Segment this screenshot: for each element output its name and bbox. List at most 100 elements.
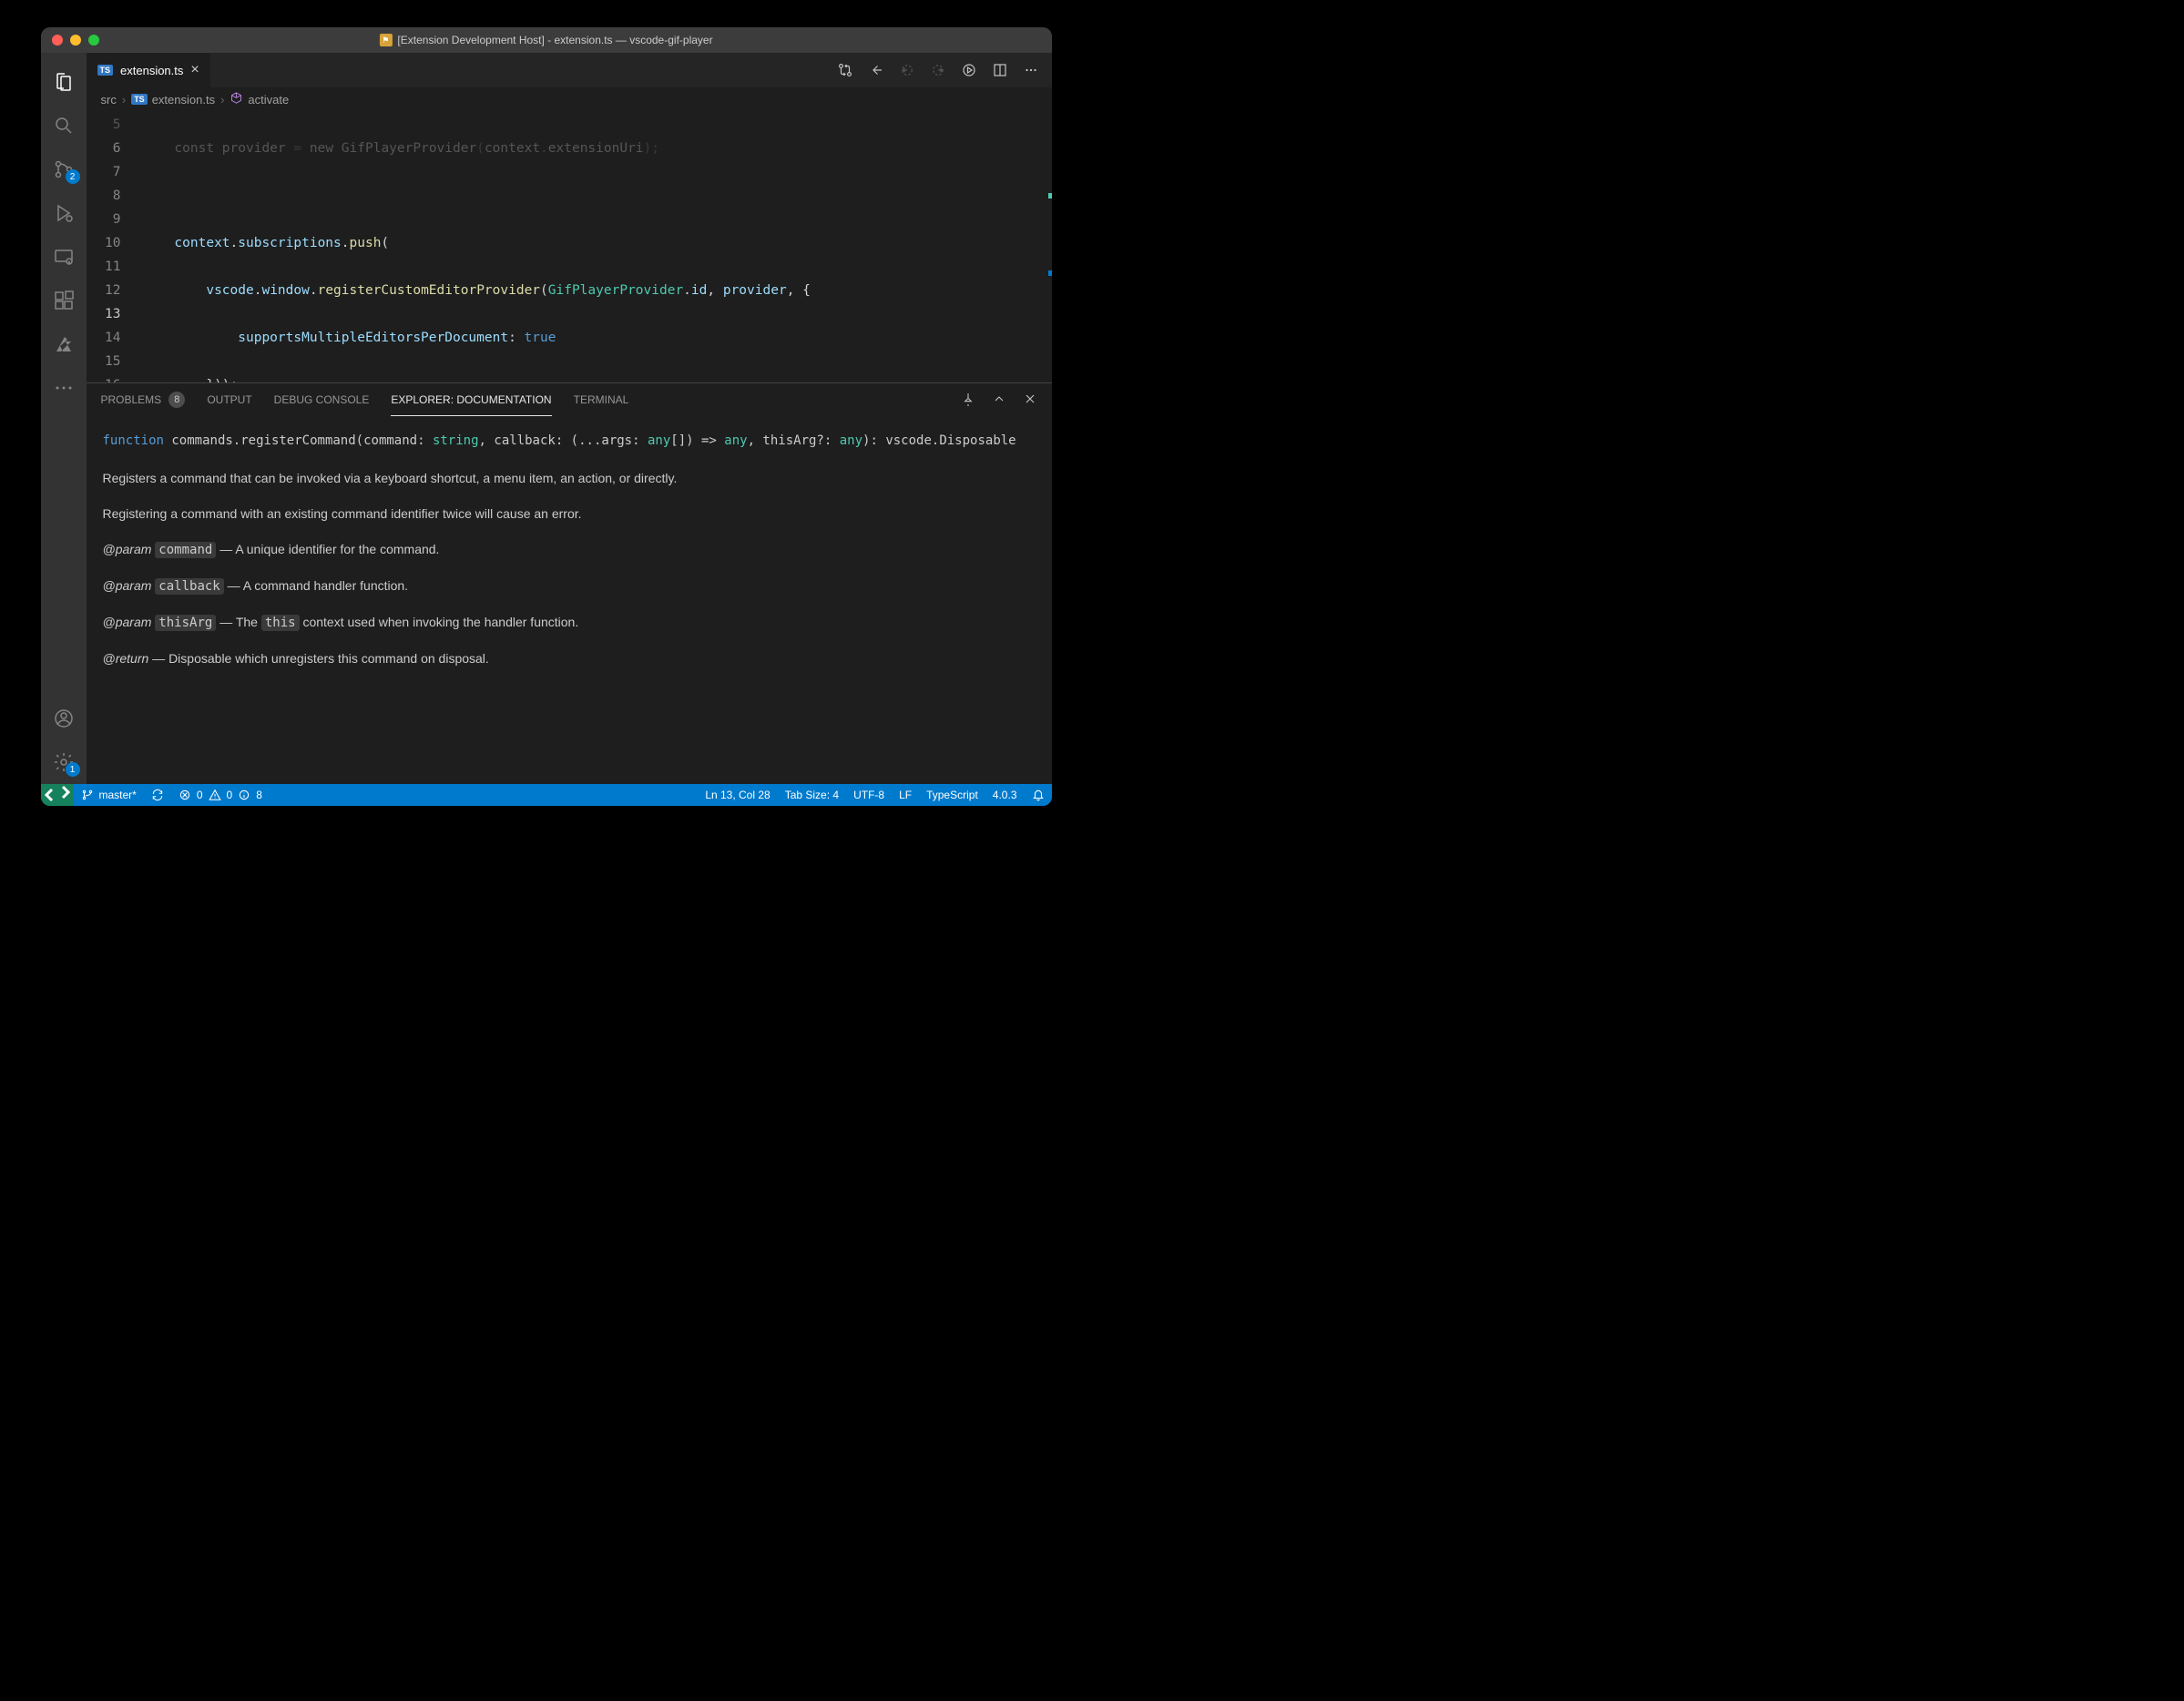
pin-icon [961,392,975,406]
breadcrumb-file[interactable]: TS extension.ts [131,93,215,107]
problems-status[interactable]: 0 0 8 [171,784,270,806]
more-actions-button[interactable] [1023,62,1039,78]
maximize-window-button[interactable] [88,35,99,46]
doc-paragraph: Registers a command that can be invoked … [103,469,1036,488]
account-icon [53,708,75,729]
doc-param: @param callback — A command handler func… [103,576,1036,596]
status-right: Ln 13, Col 28 Tab Size: 4 UTF-8 LF TypeS… [698,789,1051,801]
compare-changes-button[interactable] [837,62,853,78]
breadcrumb-folder[interactable]: src [101,93,117,107]
debug-icon [53,202,75,224]
nav-back-button[interactable] [868,62,884,78]
ts-file-icon: TS [131,94,148,105]
minimize-window-button[interactable] [70,35,81,46]
language-mode[interactable]: TypeScript [919,789,985,801]
ellipsis-icon [53,377,75,399]
code-area[interactable]: const provider = new GifPlayerProvider(c… [138,111,1046,382]
line-number: 15 [87,350,121,373]
line-number: 14 [87,326,121,350]
activity-debug[interactable] [42,191,86,235]
method-icon [230,91,243,107]
activity-extensions[interactable] [42,279,86,322]
documentation: Registers a command that can be invoked … [103,469,1036,668]
editor[interactable]: 5 6 7 8 9 10 11 12 13 14 15 16 const pro… [87,111,1052,382]
code-line[interactable]: context.subscriptions.push( [138,231,1046,255]
azure-icon [53,333,75,355]
line-number: 9 [87,208,121,231]
activity-more[interactable] [42,366,86,410]
activity-bar: 2 1 [41,53,87,784]
overview-ruler[interactable] [1046,111,1052,382]
activity-search[interactable] [42,104,86,148]
split-editor-button[interactable] [992,62,1008,78]
remote-indicator[interactable] [41,784,74,806]
main-row: 2 1 [41,53,1052,784]
close-panel-button[interactable] [1023,392,1037,409]
bottom-panel: PROBLEMS 8 OUTPUT DEBUG CONSOLE EXPLORER… [87,382,1052,784]
panel-tab-debug[interactable]: DEBUG CONSOLE [274,383,370,416]
code-line[interactable]: supportsMultipleEditorsPerDocument: true [138,326,1046,350]
scm-badge: 2 [66,169,80,184]
encoding[interactable]: UTF-8 [846,789,892,801]
feedback-button[interactable] [1025,789,1052,801]
circle-dash-forward-icon [930,62,946,78]
maximize-panel-button[interactable] [992,392,1006,409]
vscode-window: ⚑ [Extension Development Host] - extensi… [41,27,1052,806]
sync-button[interactable] [144,784,171,806]
pin-panel-button[interactable] [961,392,975,409]
panel-tab-explorer-doc[interactable]: EXPLORER: DOCUMENTATION [391,383,551,416]
ruler-mark [1048,193,1052,199]
breadcrumb-symbol[interactable]: activate [230,91,289,107]
activity-explorer[interactable] [42,60,86,104]
run-button[interactable] [961,62,977,78]
activity-remote[interactable] [42,235,86,279]
tab-extension-ts[interactable]: TS extension.ts × [87,53,211,87]
panel-tabs: PROBLEMS 8 OUTPUT DEBUG CONSOLE EXPLORER… [87,383,1052,416]
code-line[interactable]: vscode.window.registerCustomEditorProvid… [138,279,1046,302]
indentation[interactable]: Tab Size: 4 [778,789,846,801]
doc-return: @return — Disposable which unregisters t… [103,649,1036,668]
code-line[interactable] [138,184,1046,208]
code-line[interactable]: const provider = new GifPlayerProvider(c… [138,137,1046,160]
arrow-left-icon [868,62,884,78]
ts-version[interactable]: 4.0.3 [985,789,1025,801]
tab-close-button[interactable]: × [190,63,199,77]
warning-count: 0 [227,789,233,801]
editor-tabs: TS extension.ts × [87,53,1052,87]
settings-badge: 1 [66,762,80,777]
close-window-button[interactable] [52,35,63,46]
files-icon [53,71,75,93]
titlebar: ⚑ [Extension Development Host] - extensi… [41,27,1052,53]
nav-prev-button[interactable] [899,62,915,78]
panel-tab-label: PROBLEMS [101,393,162,406]
circle-dash-back-icon [899,62,915,78]
code-line[interactable]: })); [138,373,1046,382]
line-number: 10 [87,231,121,255]
panel-tab-output[interactable]: OUTPUT [207,383,251,416]
error-count: 0 [197,789,203,801]
activity-account[interactable] [42,697,86,740]
git-compare-icon [837,62,853,78]
panel-tab-terminal[interactable]: TERMINAL [574,383,629,416]
close-icon [1023,392,1037,406]
panel-tab-label: EXPLORER: DOCUMENTATION [391,393,551,406]
branch-name: master* [99,789,137,801]
ruler-mark [1048,270,1052,276]
git-branch[interactable]: master* [74,784,144,806]
breadcrumb[interactable]: src › TS extension.ts › activate [87,87,1052,111]
traffic-lights [52,35,99,46]
eol[interactable]: LF [892,789,919,801]
sync-icon [151,789,164,801]
activity-settings[interactable]: 1 [42,740,86,784]
nav-next-button[interactable] [930,62,946,78]
activity-scm[interactable]: 2 [42,148,86,191]
problems-count: 8 [168,392,185,408]
activity-azure[interactable] [42,322,86,366]
cursor-position[interactable]: Ln 13, Col 28 [698,789,777,801]
line-number: 13 [87,302,121,326]
remote-icon [53,246,75,268]
editor-toolbar [824,53,1052,87]
panel-tab-label: OUTPUT [207,393,251,406]
panel-tab-problems[interactable]: PROBLEMS 8 [101,383,186,416]
line-number: 8 [87,184,121,208]
